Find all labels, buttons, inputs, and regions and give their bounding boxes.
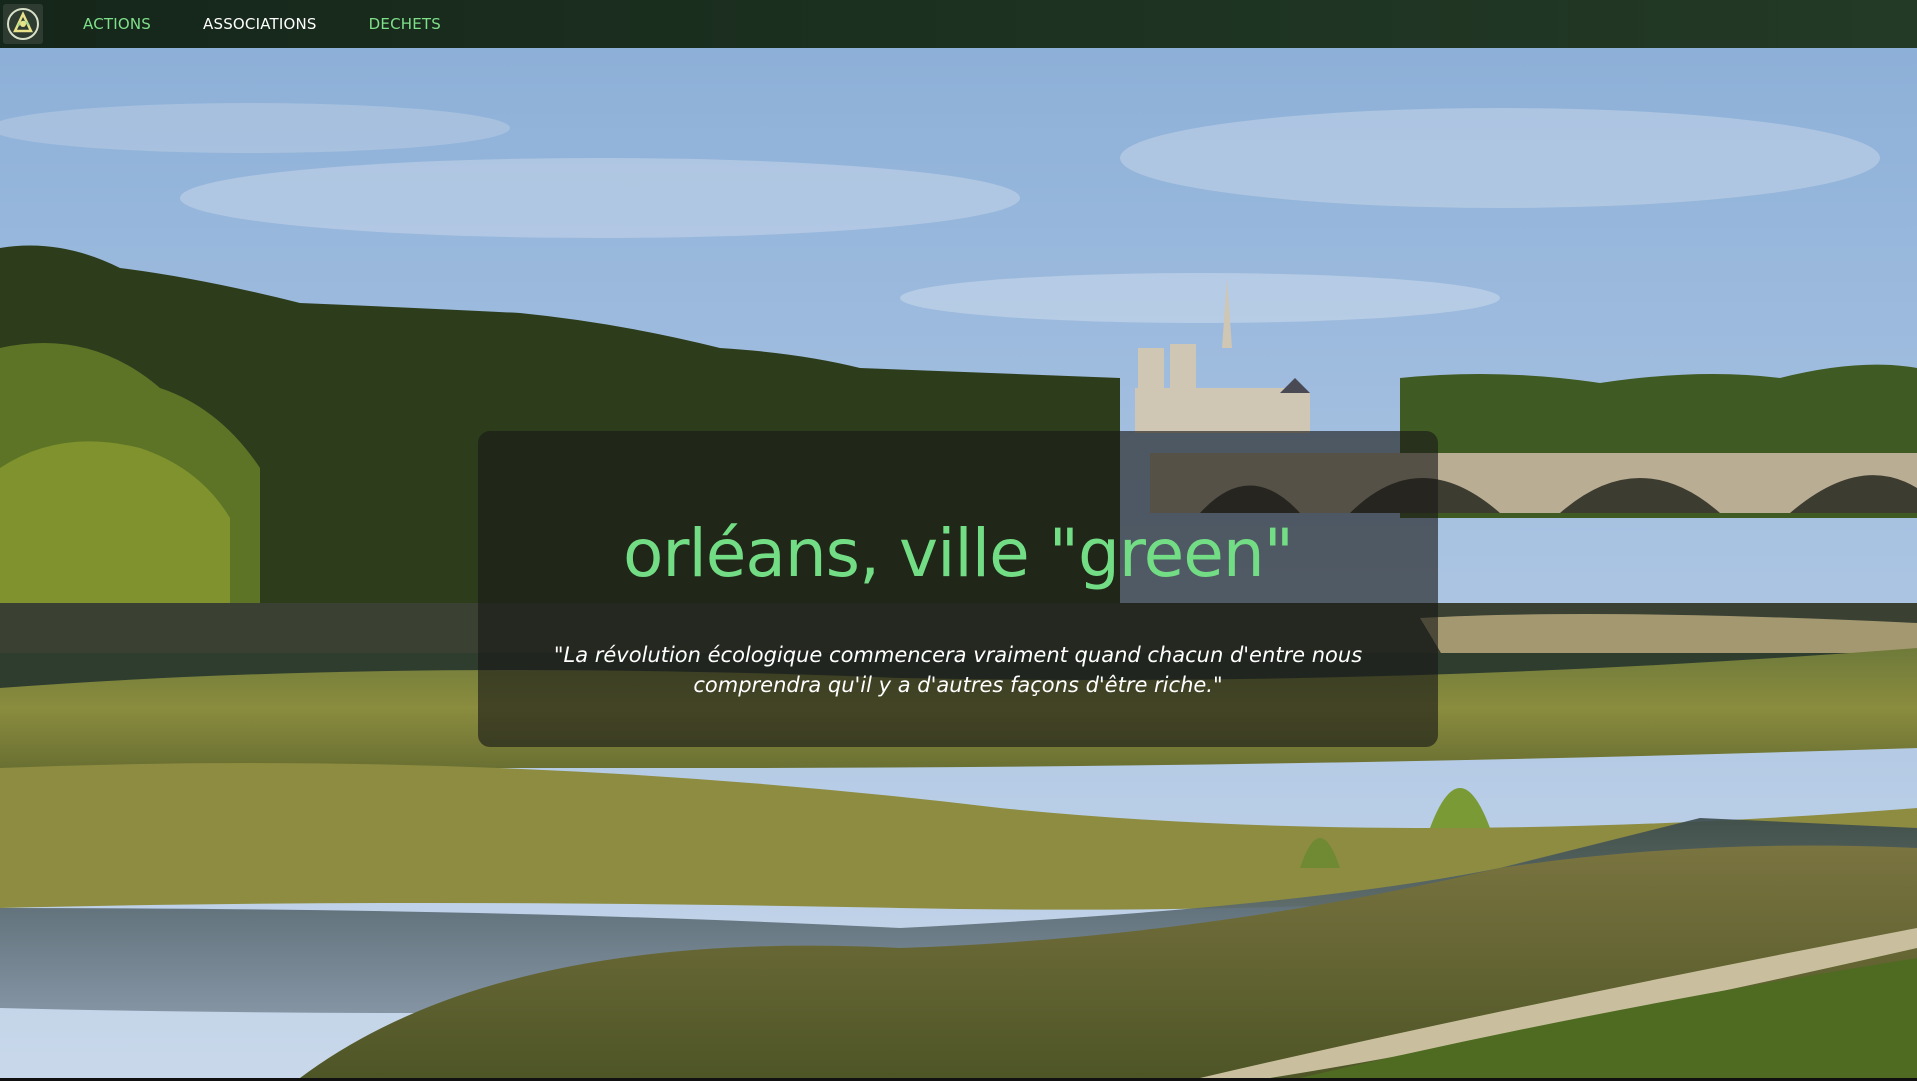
nav-link-associations[interactable]: ASSOCIATIONS [203,0,317,48]
top-navbar: ACTIONS ASSOCIATIONS DECHETS [0,0,1917,48]
hero-quote-line-1: "La révolution écologique commencera vra… [553,643,1363,667]
recycle-leaf-logo-icon [3,4,43,44]
hero-title: orléans, ville "green" [622,515,1294,592]
site-logo[interactable] [3,4,43,44]
nav-link-actions[interactable]: ACTIONS [83,0,151,48]
nav-link-dechets[interactable]: DECHETS [369,0,441,48]
nav-links: ACTIONS ASSOCIATIONS DECHETS [83,0,493,48]
hero-quote-line-2: comprendra qu'il y a d'autres façons d'ê… [693,673,1223,697]
hero-quote: "La révolution écologique commencera vra… [478,640,1438,700]
